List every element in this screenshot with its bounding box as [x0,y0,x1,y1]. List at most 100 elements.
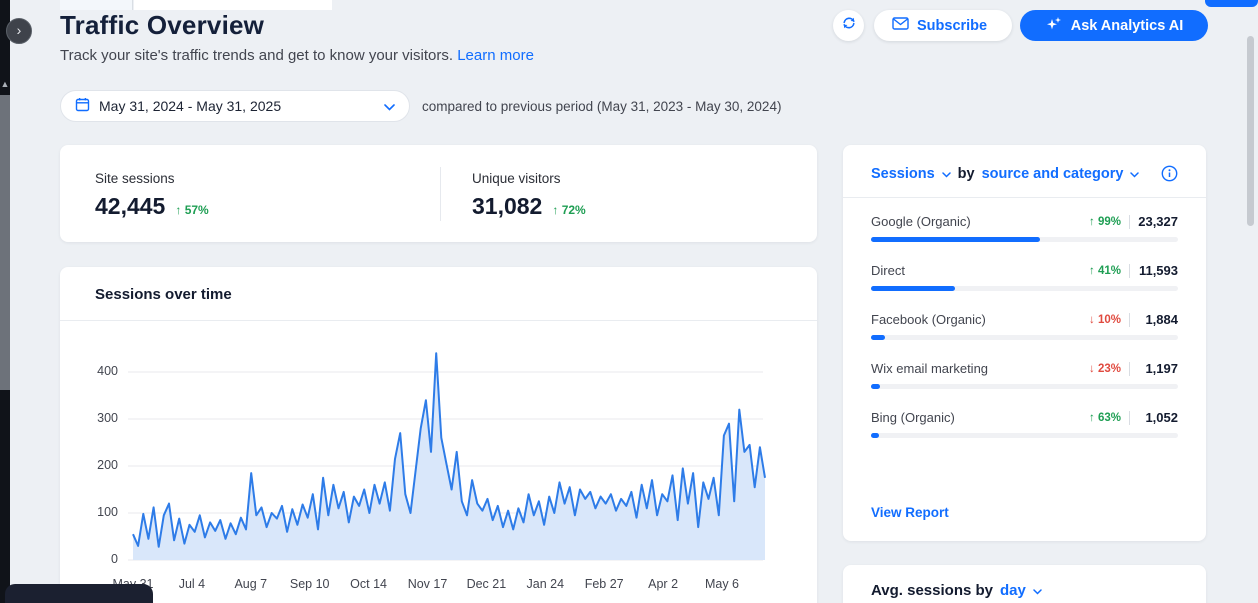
date-range-value: May 31, 2024 - May 31, 2025 [99,98,281,114]
ask-analytics-ai-label: Ask Analytics AI [1071,18,1184,34]
y-tick-label: 400 [78,364,118,378]
x-tick-label: Jul 4 [162,577,222,591]
x-tick-label: Feb 27 [574,577,634,591]
source-label: Bing (Organic) [871,410,955,425]
divider [1129,362,1130,376]
source-change-badge: ↑ 41% [1089,265,1121,277]
x-tick-label: Dec 21 [456,577,516,591]
x-tick-label: Sep 10 [280,577,340,591]
source-row[interactable]: Bing (Organic) ↑ 63% 1,052 [871,409,1178,438]
source-row[interactable]: Wix email marketing ↓ 23% 1,197 [871,360,1178,389]
source-value: 1,197 [1138,361,1178,376]
kpi-unique-visitors: Unique visitors 31,082 ↑ 72% [472,171,586,220]
y-tick-label: 100 [78,505,118,519]
source-value: 23,327 [1138,214,1178,229]
kpi-change-badge: ↑ 57% [175,203,208,217]
scroll-up-icon[interactable]: ▲ [0,78,10,90]
source-bar-track [871,433,1178,438]
source-row[interactable]: Google (Organic)↑ 99%23,327 [871,213,1178,242]
x-tick-label: Jan 24 [515,577,575,591]
refresh-button[interactable] [833,10,864,41]
source-change-badge: ↓ 23% [1089,363,1121,375]
chevron-down-icon [384,98,395,114]
kpi-summary-card: Site sessions 42,445 ↑ 57% Unique visito… [60,145,817,242]
source-change-badge: ↑ 63% [1089,412,1121,424]
sessions-over-time-card: Sessions over time 0100200300400 May 31J… [60,267,817,603]
source-row[interactable]: Facebook (Organic) ↓ 10% 1,884 [871,311,1178,340]
kpi-label: Unique visitors [472,171,586,186]
divider [440,167,441,221]
sources-panel-header: Sessions by source and category [871,165,1178,182]
x-tick-label: May 6 [692,577,752,591]
view-report-link[interactable]: View Report [871,505,949,520]
top-button-fragment [1205,0,1258,7]
kpi-label: Site sessions [95,171,209,186]
avg-sessions-dimension-dropdown[interactable]: day [1000,582,1026,599]
dimension-dropdown[interactable]: source and category [982,166,1124,182]
source-bar-track [871,384,1178,389]
source-change-badge: ↑ 99% [1089,216,1121,228]
divider [1129,215,1130,229]
learn-more-link[interactable]: Learn more [457,47,534,64]
sources-list: Google (Organic)↑ 99%23,327Direct↑ 41%11… [871,213,1178,458]
kpi-value: 31,082 [472,193,542,220]
kpi-change-badge: ↑ 72% [552,203,585,217]
source-bar-track [871,286,1178,291]
divider [1129,411,1130,425]
source-bar-track [871,335,1178,340]
avg-sessions-label: Avg. sessions by [871,582,993,599]
source-value: 11,593 [1138,263,1178,278]
source-bar-fill [871,237,1040,242]
y-tick-label: 300 [78,411,118,425]
comparison-period-note: compared to previous period (May 31, 202… [422,99,781,114]
source-label: Wix email marketing [871,361,988,376]
y-tick-label: 0 [78,552,118,566]
chevron-down-icon[interactable] [1130,166,1139,182]
source-value: 1,884 [1138,312,1178,327]
source-label: Facebook (Organic) [871,312,986,327]
y-tick-label: 200 [78,458,118,472]
source-label: Direct [871,263,905,278]
source-bar-fill [871,335,885,340]
x-tick-label: Aug 7 [221,577,281,591]
source-change-badge: ↓ 10% [1089,314,1121,326]
sessions-line-chart[interactable] [60,320,817,603]
source-bar-fill [871,286,955,291]
kpi-value: 42,445 [95,193,165,220]
divider [1129,313,1130,327]
avg-sessions-card: Avg. sessions by day [843,565,1206,603]
chevron-down-icon[interactable] [1033,582,1042,599]
chart-title: Sessions over time [95,286,232,303]
divider [1129,264,1130,278]
subscribe-button[interactable]: Subscribe [874,10,1012,41]
metric-dropdown[interactable]: Sessions [871,166,935,182]
by-label: by [958,166,975,182]
date-range-picker[interactable]: May 31, 2024 - May 31, 2025 [60,90,410,122]
ask-analytics-ai-button[interactable]: Ask Analytics AI [1020,10,1208,41]
top-bar-fragment-left [60,0,133,10]
left-panel-scrollbar-thumb[interactable] [0,95,10,390]
source-bar-fill [871,384,880,389]
divider [843,197,1206,198]
page-scrollbar-thumb[interactable] [1247,36,1254,226]
sparkle-icon [1045,15,1063,37]
subscribe-label: Subscribe [917,18,987,34]
source-bar-track [871,237,1178,242]
source-value: 1,052 [1138,410,1178,425]
sessions-by-source-card: Sessions by source and category Google (… [843,145,1206,541]
x-tick-label: Oct 14 [339,577,399,591]
source-row[interactable]: Direct ↑ 41% 11,593 [871,262,1178,291]
x-tick-label: Apr 2 [633,577,693,591]
kpi-site-sessions: Site sessions 42,445 ↑ 57% [95,171,209,220]
page-subtitle: Track your site's traffic trends and get… [60,47,534,64]
chevron-down-icon[interactable] [942,166,951,182]
envelope-icon [892,17,909,34]
bottom-overlay-fragment [5,584,153,603]
refresh-icon [841,15,857,36]
info-icon[interactable] [1161,165,1178,182]
page-title: Traffic Overview [60,10,264,41]
source-bar-fill [871,433,879,438]
expand-sidebar-button[interactable]: › [6,18,32,44]
top-bar-fragment-right [134,0,332,10]
collapsed-left-panel: ▲ [0,0,10,603]
